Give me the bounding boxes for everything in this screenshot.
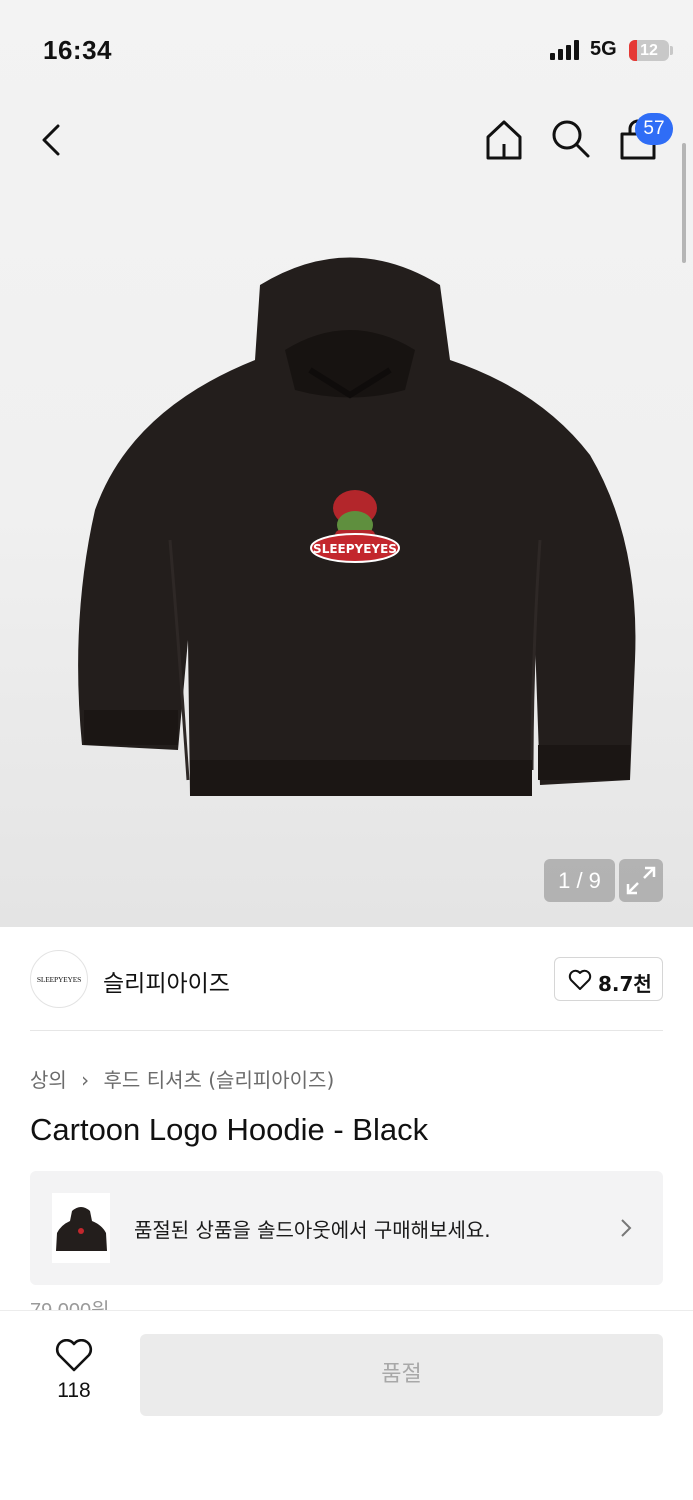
chevron-right-icon — [621, 1219, 632, 1237]
product-title: Cartoon Logo Hoodie - Black — [30, 1112, 429, 1147]
soldout-banner[interactable]: 품절된 상품을 솔드아웃에서 구매해보세요. — [30, 1171, 663, 1285]
network-type: 5G — [590, 38, 617, 60]
battery-level: 12 — [640, 42, 658, 59]
bottom-action-bar: 118 품절 — [0, 1310, 693, 1500]
cart-count-badge: 57 — [635, 113, 673, 145]
breadcrumb-item[interactable]: 후드 티셔츠 (슬리피아이즈) — [104, 1068, 335, 1092]
brand-row[interactable]: SLEEPYEYES 슬리피아이즈 8.7천 — [30, 948, 663, 1010]
banner-thumbnail — [52, 1193, 110, 1263]
graphic-logo-text: SLEEPYEYES — [313, 542, 397, 556]
brand-logo[interactable]: SLEEPYEYES — [30, 950, 88, 1008]
breadcrumb: 상의 › 후드 티셔츠 (슬리피아이즈) — [30, 1064, 334, 1093]
breadcrumb-item[interactable]: 상의 — [30, 1068, 67, 1092]
product-image[interactable]: SLEEPYEYES — [70, 240, 640, 810]
signal-icon — [550, 40, 579, 60]
brand-like-button[interactable]: 8.7천 — [554, 957, 663, 1001]
hem — [190, 760, 532, 796]
image-counter: 1 / 9 — [544, 859, 615, 902]
divider — [30, 1030, 663, 1031]
battery-cap — [670, 46, 673, 55]
brand-name[interactable]: 슬리피아이즈 — [103, 964, 230, 998]
top-nav — [0, 110, 693, 170]
wish-button[interactable]: 118 — [42, 1337, 106, 1407]
chevron-right-icon: › — [81, 1068, 90, 1092]
chevron-left-icon[interactable] — [36, 120, 70, 160]
expand-icon[interactable] — [619, 859, 663, 902]
heart-icon — [568, 969, 592, 990]
right-cuff — [538, 745, 630, 780]
brand-like-count: 8.7천 — [598, 972, 652, 996]
wish-count: 118 — [57, 1379, 91, 1402]
hood-opening — [285, 330, 415, 398]
heart-icon — [55, 1339, 93, 1372]
scrollbar[interactable] — [682, 143, 686, 263]
battery-icon: 12 — [629, 40, 669, 61]
left-cuff — [84, 710, 178, 745]
banner-text: 품절된 상품을 솔드아웃에서 구매해보세요. — [134, 1218, 491, 1242]
soldout-button[interactable]: 품절 — [140, 1334, 663, 1416]
status-time: 16:34 — [43, 35, 112, 65]
home-icon[interactable] — [482, 118, 526, 162]
status-bar: 16:34 5G 12 — [0, 0, 693, 100]
search-icon[interactable] — [550, 118, 592, 160]
